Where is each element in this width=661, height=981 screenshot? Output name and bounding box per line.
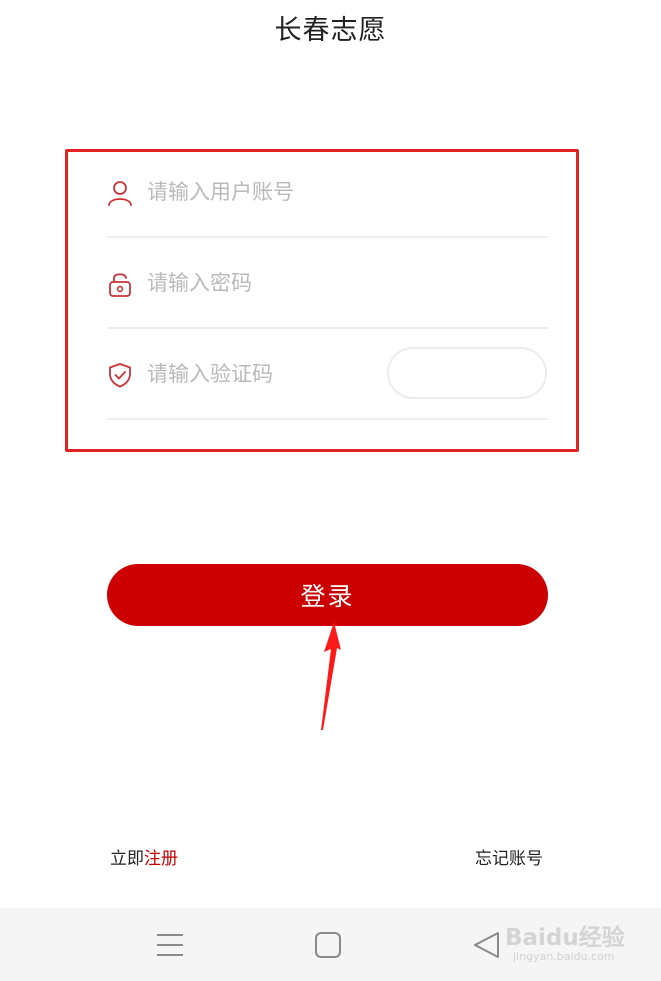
shield-check-icon xyxy=(107,361,133,389)
page-title: 长春志愿 xyxy=(274,15,387,46)
captcha-input[interactable] xyxy=(147,354,377,394)
annotation-arrow xyxy=(310,622,342,738)
username-row xyxy=(107,148,548,238)
forgot-account-link[interactable]: 忘记账号 xyxy=(475,844,543,869)
menu-icon[interactable] xyxy=(155,930,185,964)
register-link[interactable]: 立即注册 xyxy=(110,844,178,869)
watermark-logo: Baidu经验 xyxy=(505,925,625,951)
captcha-row xyxy=(107,330,548,420)
register-link-text[interactable]: 注册 xyxy=(144,849,178,869)
lock-icon xyxy=(107,270,133,298)
captcha-image[interactable] xyxy=(387,347,547,399)
username-input[interactable] xyxy=(147,172,377,212)
watermark-url: jingyan.baidu.com xyxy=(513,950,615,963)
password-row xyxy=(107,239,548,329)
baidu-watermark: Baidu经验 jingyan.baidu.com xyxy=(505,912,645,972)
back-icon[interactable] xyxy=(472,930,502,964)
login-button[interactable]: 登录 xyxy=(107,564,548,626)
home-icon[interactable] xyxy=(313,930,343,964)
password-input[interactable] xyxy=(147,263,377,303)
user-icon xyxy=(107,179,133,207)
register-prefix: 立即 xyxy=(110,849,144,869)
